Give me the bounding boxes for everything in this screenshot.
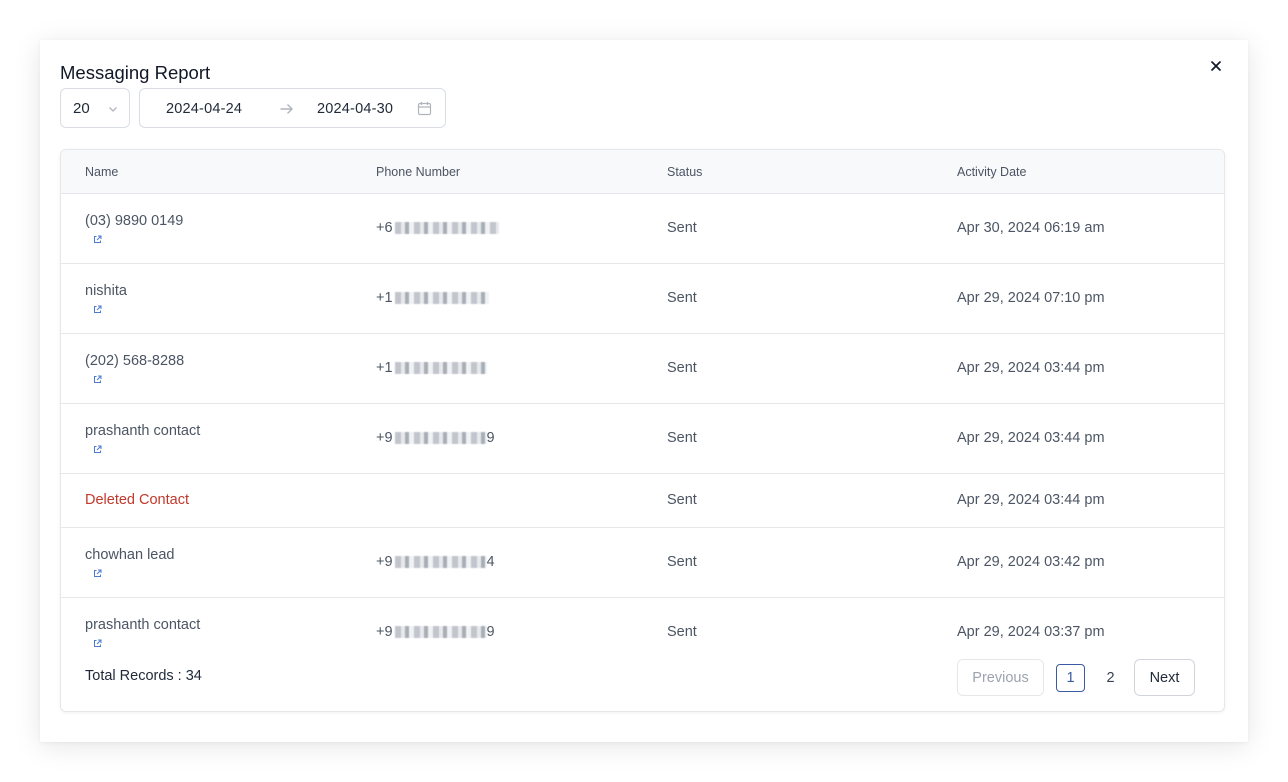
phone-number: +1: [376, 290, 489, 306]
page-1-button[interactable]: 1: [1056, 664, 1085, 692]
redacted-phone: [394, 292, 489, 305]
report-table: Name Phone Number Status Activity Date (…: [60, 149, 1225, 712]
external-link-icon[interactable]: [93, 305, 102, 314]
phone-number: +1: [376, 360, 487, 376]
phone-number: +9 9: [376, 624, 495, 640]
next-button[interactable]: Next: [1134, 659, 1195, 696]
column-header-phone: Phone Number: [376, 165, 461, 179]
redacted-phone: [394, 556, 487, 569]
status-text: Sent: [667, 624, 697, 640]
arrow-right-icon: [280, 104, 293, 114]
external-link-icon[interactable]: [93, 569, 102, 578]
redacted-phone: [394, 362, 487, 375]
external-link-icon[interactable]: [93, 639, 102, 648]
table-header: Name Phone Number Status Activity Date: [61, 150, 1224, 194]
page-size-select[interactable]: 20: [60, 88, 130, 128]
activity-date: Apr 29, 2024 03:37 pm: [957, 624, 1105, 640]
activity-date: Apr 29, 2024 07:10 pm: [957, 290, 1105, 306]
activity-date: Apr 29, 2024 03:44 pm: [957, 360, 1105, 376]
previous-button[interactable]: Previous: [957, 659, 1044, 696]
activity-date: Apr 30, 2024 06:19 am: [957, 220, 1105, 236]
close-icon: [1211, 61, 1221, 71]
table-row: Deleted Contact Sent Apr 29, 2024 03:44 …: [61, 474, 1224, 528]
external-link-icon[interactable]: [93, 375, 102, 384]
close-button[interactable]: [1208, 58, 1224, 74]
contact-name[interactable]: (202) 568-8288: [85, 353, 184, 369]
column-header-name: Name: [85, 165, 119, 179]
activity-date: Apr 29, 2024 03:44 pm: [957, 430, 1105, 446]
deleted-contact-name: Deleted Contact: [85, 492, 189, 508]
contact-name[interactable]: prashanth contact: [85, 423, 200, 439]
table-row: prashanth contact +9 9 Sent Apr 29, 2024 …: [61, 598, 1224, 654]
status-text: Sent: [667, 492, 697, 508]
phone-number: +6: [376, 220, 499, 236]
column-header-status: Status: [667, 165, 703, 179]
external-link-icon[interactable]: [93, 235, 102, 244]
table-row: chowhan lead +9 4 Sent Apr 29, 2024 03:42…: [61, 528, 1224, 598]
contact-name[interactable]: nishita: [85, 283, 127, 299]
phone-number: +9 4: [376, 554, 495, 570]
modal-title: Messaging Report: [60, 62, 211, 83]
calendar-icon[interactable]: [417, 101, 432, 116]
date-from-input[interactable]: 2024-04-24: [166, 101, 242, 117]
chevron-down-icon: [109, 107, 117, 112]
table-row: (202) 568-8288 +1 Sent Apr 29, 2024 03:4…: [61, 334, 1224, 404]
table-row: nishita +1 Sent Apr 29, 2024 07:10 pm: [61, 264, 1224, 334]
status-text: Sent: [667, 220, 697, 236]
table-row: prashanth contact +9 9 Sent Apr 29, 2024 …: [61, 404, 1224, 474]
contact-name[interactable]: chowhan lead: [85, 547, 175, 563]
table-row: (03) 9890 0149 +6 Sent Apr 30, 2024 06:1…: [61, 194, 1224, 264]
status-text: Sent: [667, 554, 697, 570]
column-header-activity-date: Activity Date: [957, 165, 1027, 179]
status-text: Sent: [667, 290, 697, 306]
redacted-phone: [394, 222, 499, 235]
date-to-input[interactable]: 2024-04-30: [317, 101, 393, 117]
phone-number: +9 9: [376, 430, 495, 446]
messaging-report-modal: Messaging Report 20 2024-04-24 2024-04-3…: [40, 40, 1248, 742]
activity-date: Apr 29, 2024 03:42 pm: [957, 554, 1105, 570]
activity-date: Apr 29, 2024 03:44 pm: [957, 492, 1105, 508]
contact-name[interactable]: (03) 9890 0149: [85, 213, 183, 229]
pagination: Previous 1 2 Next: [61, 659, 1224, 696]
redacted-phone: [394, 626, 487, 639]
status-text: Sent: [667, 430, 697, 446]
status-text: Sent: [667, 360, 697, 376]
page-size-value: 20: [73, 100, 90, 117]
contact-name[interactable]: prashanth contact: [85, 617, 200, 633]
redacted-phone: [394, 432, 487, 445]
page-2-button[interactable]: 2: [1096, 664, 1125, 692]
date-range-picker[interactable]: 2024-04-24 2024-04-30: [139, 88, 446, 128]
external-link-icon[interactable]: [93, 445, 102, 454]
